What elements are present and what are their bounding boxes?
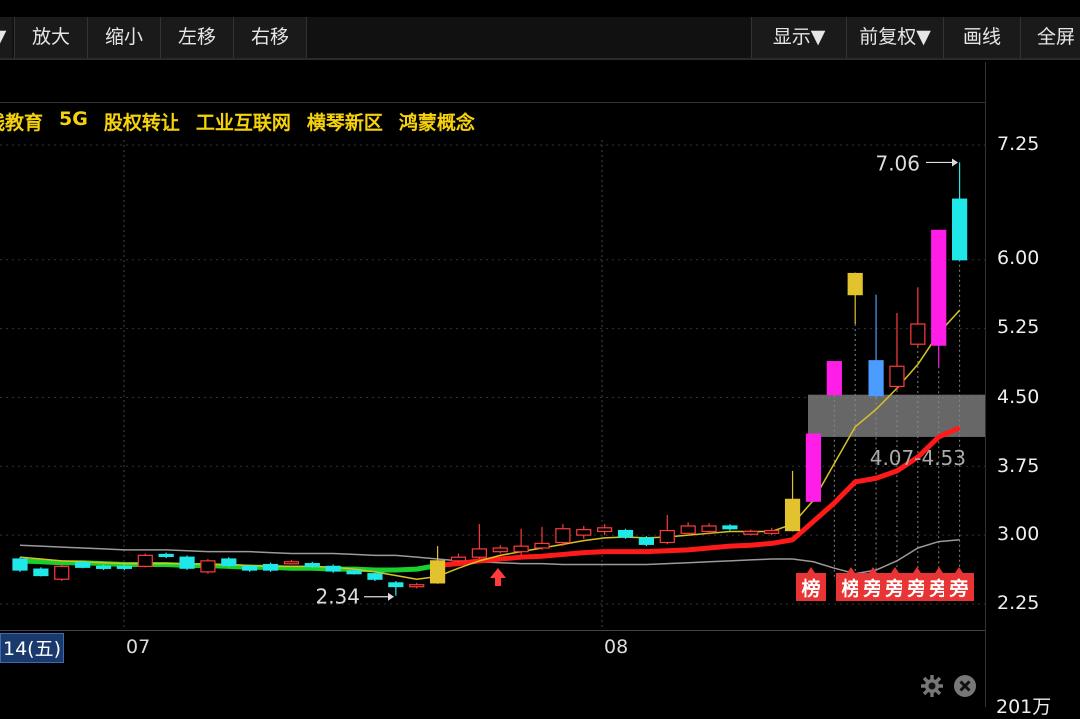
concept-tag[interactable]: 工业互联网 <box>196 108 291 134</box>
y-tick-label: 3.00 <box>997 523 1040 545</box>
toolbar-top-strip <box>0 0 1080 17</box>
candle-body <box>931 229 947 346</box>
candle-body <box>868 360 884 397</box>
candle-body <box>701 525 717 533</box>
candle-body <box>12 558 28 571</box>
y-tick-label: 6.00 <box>997 247 1040 269</box>
zoom-in-button[interactable]: 放大 <box>14 17 87 58</box>
candle-body <box>638 537 655 545</box>
candle-body <box>826 361 842 396</box>
candle-body <box>764 529 780 534</box>
concept-tag[interactable]: 线教育 <box>0 108 43 134</box>
badge-label: 旁 <box>862 577 882 600</box>
concept-tag[interactable]: 股权转让 <box>104 108 180 134</box>
candle-body <box>262 563 279 571</box>
ranking-badge[interactable]: 榜 <box>796 567 826 601</box>
header-divider <box>0 102 985 103</box>
low-pointer-arrow <box>388 592 394 601</box>
candle-body <box>743 530 759 535</box>
candle-body <box>430 560 446 584</box>
badge-label: 旁 <box>884 577 904 600</box>
candle-body <box>346 570 362 575</box>
candle-body <box>137 554 153 567</box>
candle-body <box>283 561 300 565</box>
candle-body <box>409 584 425 588</box>
zone-range-label: 4.07-4.53 <box>870 446 966 470</box>
candle-body <box>534 542 550 549</box>
y-tick-label: 7.25 <box>997 133 1040 155</box>
badge-label: 榜 <box>801 577 820 600</box>
price-axis-divider <box>985 62 986 707</box>
candle-body <box>576 529 592 536</box>
y-tick-label: 2.25 <box>997 592 1040 614</box>
x-tick-label: 07 <box>126 636 151 658</box>
candle-body <box>659 529 675 544</box>
candle-body <box>492 547 508 553</box>
candle-body <box>200 560 216 573</box>
candle-body <box>95 565 112 569</box>
candle-body <box>847 272 863 296</box>
badge-label: 榜 <box>841 577 860 600</box>
draw-line-button[interactable]: 画线 <box>943 17 1020 58</box>
high-price-label: 7.06 <box>875 151 920 175</box>
y-tick-label: 3.75 <box>997 455 1040 477</box>
display-dropdown[interactable]: 显示▼ <box>751 17 846 58</box>
ranking-badge[interactable]: 旁 <box>944 567 974 601</box>
candle-body <box>680 525 696 534</box>
concept-tag[interactable]: 5G <box>59 108 88 134</box>
candle-body <box>951 198 968 261</box>
candle-body <box>116 565 133 569</box>
y-tick-label: 5.25 <box>997 316 1040 338</box>
adjust-rights-dropdown[interactable]: 前复权▼ <box>846 17 943 58</box>
y-tick-label: 4.50 <box>997 386 1040 408</box>
close-icon[interactable] <box>953 674 977 698</box>
volume-axis-label: 201万 <box>996 696 1052 718</box>
candle-body <box>388 582 404 588</box>
candle-body <box>617 529 634 538</box>
candle-body <box>722 525 738 530</box>
candle-body <box>75 562 91 568</box>
toolbar-divider <box>0 58 1080 60</box>
candle-body <box>325 565 341 572</box>
candle-body <box>784 498 801 532</box>
candle-body <box>513 545 529 553</box>
x-axis-line <box>0 630 985 631</box>
candlestick-chart[interactable]: 7.062.344.07-4.53榜榜旁旁旁旁旁 <box>0 140 985 630</box>
candle-body <box>242 565 258 571</box>
candle-body <box>597 527 613 533</box>
low-price-label: 2.34 <box>315 585 360 609</box>
gear-icon[interactable] <box>920 674 944 698</box>
zoom-out-button[interactable]: 缩小 <box>87 17 160 58</box>
fullscreen-button[interactable]: 全屏 <box>1020 17 1080 58</box>
buy-signal-arrow <box>490 568 506 586</box>
candle-body <box>179 556 195 569</box>
candle-body <box>450 556 467 562</box>
candle-body <box>33 568 49 577</box>
candle-body <box>367 573 383 580</box>
concept-tag[interactable]: 鸿蒙概念 <box>399 108 475 134</box>
candle-body <box>805 433 822 502</box>
candle-body <box>889 365 905 388</box>
date-cursor-label: 14(五) <box>0 633 64 663</box>
candle-body <box>304 563 320 567</box>
candle-body <box>158 553 174 558</box>
candle-body <box>54 565 70 580</box>
badge-label: 旁 <box>948 577 968 600</box>
candle-body <box>471 548 487 558</box>
candle-body <box>221 558 237 567</box>
move-right-button[interactable]: 右移 <box>233 17 307 58</box>
concept-tags: 线教育 5G 股权转让 工业互联网 横琴新区 鸿蒙概念 <box>0 108 491 134</box>
badge-label: 旁 <box>906 577 926 600</box>
toolbar: ▼ 放大 缩小 左移 右移 显示▼ 前复权▼ 画线 全屏 <box>0 0 1080 60</box>
period-dropdown-arrow[interactable]: ▼ <box>0 17 12 58</box>
candle-body <box>910 323 926 345</box>
high-pointer-arrow <box>952 158 958 167</box>
x-tick-label: 08 <box>604 636 629 658</box>
concept-tag[interactable]: 横琴新区 <box>307 108 383 134</box>
candle-body <box>555 528 571 544</box>
move-left-button[interactable]: 左移 <box>160 17 233 58</box>
